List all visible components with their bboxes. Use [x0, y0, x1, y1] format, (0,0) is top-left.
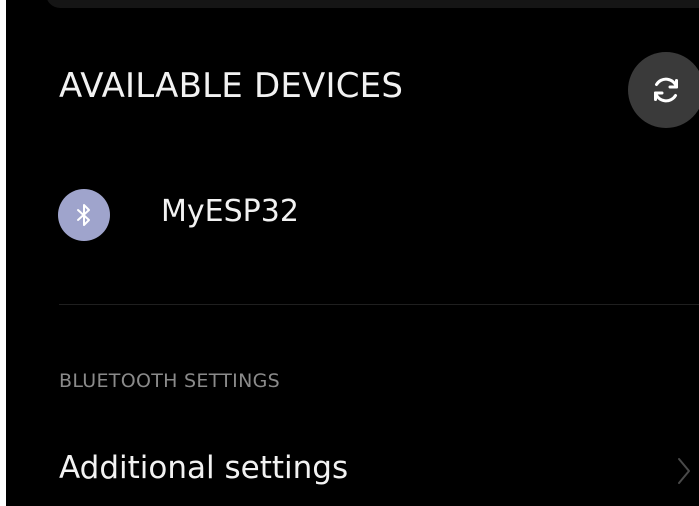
chevron-right-icon [678, 458, 690, 484]
additional-settings-row[interactable]: Additional settings [6, 432, 699, 506]
available-devices-title: AVAILABLE DEVICES [59, 66, 404, 106]
top-card-edge [46, 0, 699, 8]
device-avatar [58, 189, 110, 241]
refresh-icon [654, 77, 678, 103]
bluetooth-screen: AVAILABLE DEVICES MyESP32 BLUETOOTH SETT… [6, 0, 699, 506]
refresh-button[interactable] [628, 52, 699, 128]
device-name: MyESP32 [161, 194, 299, 229]
additional-settings-label: Additional settings [59, 450, 349, 486]
bluetooth-settings-heading: BLUETOOTH SETTINGS [59, 370, 280, 392]
device-row-myesp32[interactable]: MyESP32 [6, 170, 699, 256]
section-divider [59, 304, 699, 305]
bluetooth-icon [77, 204, 90, 226]
